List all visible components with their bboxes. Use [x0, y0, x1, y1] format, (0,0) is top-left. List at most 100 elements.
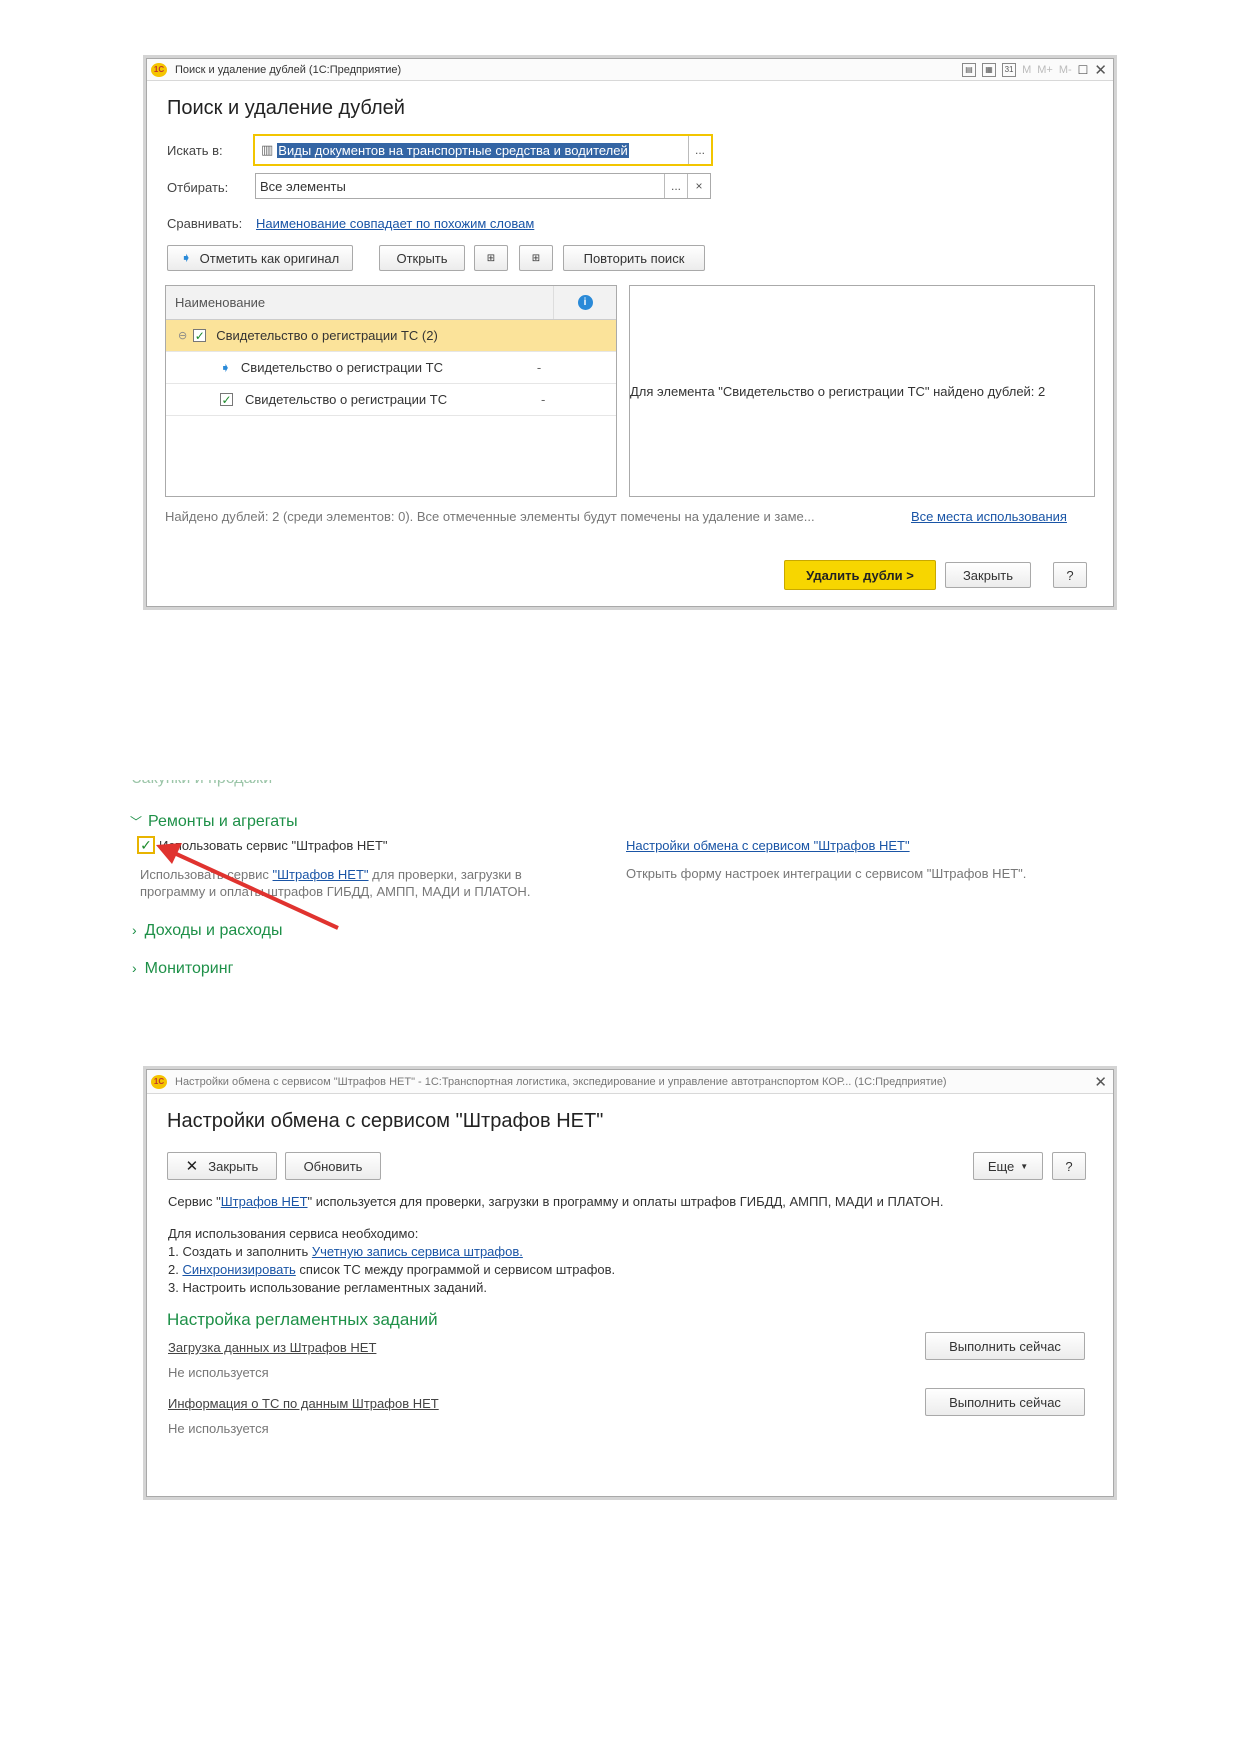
window-title: Настройки обмена с сервисом "Штрафов НЕТ… — [175, 1075, 947, 1088]
step1-pre: 1. Создать и заполнить — [168, 1244, 312, 1259]
repeat-search-button[interactable]: Повторить поиск — [563, 245, 705, 271]
refresh-button[interactable]: Обновить — [285, 1152, 381, 1180]
form-title: Настройки обмена с сервисом "Штрафов НЕТ… — [167, 1110, 604, 1132]
run-now-button[interactable]: Выполнить сейчас — [925, 1332, 1085, 1360]
title-bar: 1С Настройки обмена с сервисом "Штрафов … — [147, 1070, 1113, 1094]
close-label: Закрыть — [962, 567, 1014, 583]
use-service-desc: Использовать сервис "Штрафов НЕТ" для пр… — [140, 866, 530, 900]
job2-link[interactable]: Информация о ТС по данным Штрафов НЕТ — [168, 1396, 439, 1411]
maximize-icon[interactable]: ☐ — [1078, 63, 1089, 77]
chevron-down-icon: ﹀ — [130, 815, 143, 829]
close-icon[interactable]: ✕ — [1094, 61, 1107, 79]
service-pre: Сервис " — [168, 1194, 221, 1209]
arrow-right-icon: ➧ — [180, 250, 192, 265]
search-in-field[interactable]: ▥ Виды документов на транспортные средст… — [253, 134, 713, 166]
close-button[interactable]: Закрыть — [945, 562, 1031, 588]
clear-icon[interactable]: × — [687, 174, 710, 198]
cut-heading: Закупки и продажи — [132, 780, 272, 796]
calculator-icon[interactable]: ▦ — [982, 62, 997, 77]
dropdown-arrow-icon: ▼ — [1020, 1161, 1029, 1171]
memory-m-icon[interactable]: M — [1022, 64, 1031, 76]
row-label: Свидетельство о регистрации ТС — [240, 360, 443, 375]
help-label: ? — [1066, 567, 1074, 583]
group-row-label: Свидетельство о регистрации ТС (2) — [216, 328, 438, 343]
mark-original-button[interactable]: ➧ Отметить как оригинал — [167, 245, 353, 271]
detail-panel: Для элемента "Свидетельство о регистраци… — [629, 285, 1095, 497]
checkbox-checked-icon[interactable]: ✓ — [220, 393, 233, 407]
compare-items-button[interactable]: ⊞ — [474, 245, 508, 271]
job1-status: Не используется — [168, 1365, 269, 1380]
step-3: 3. Настроить использование регламентных … — [168, 1280, 487, 1295]
1c-logo-icon: 1С — [151, 62, 167, 77]
shtrafov-net-link[interactable]: Штрафов НЕТ — [221, 1194, 308, 1209]
help-button[interactable]: ? — [1053, 562, 1087, 588]
filter-value: Все элементы — [260, 178, 346, 194]
chevron-right-icon: › — [132, 960, 137, 976]
search-in-value: Виды документов на транспортные средства… — [277, 142, 629, 158]
account-link[interactable]: Учетную запись сервиса штрафов. — [312, 1244, 523, 1259]
choose-button[interactable]: ... — [688, 136, 711, 164]
step-1: 1. Создать и заполнить Учетную запись се… — [168, 1243, 615, 1261]
run-now-button[interactable]: Выполнить сейчас — [925, 1388, 1085, 1416]
step-2: 2. Синхронизировать список ТС между прог… — [168, 1261, 615, 1279]
requirements-block: Для использования сервиса необходимо: 1.… — [168, 1225, 615, 1297]
calendar-icon[interactable]: 31 — [1002, 62, 1017, 77]
desc-pre: Использовать сервис — [140, 867, 273, 882]
filter-field[interactable]: Все элементы ... × — [255, 173, 711, 199]
column-name-header: Наименование — [175, 295, 266, 310]
compare-group-button[interactable]: ⊞ — [519, 245, 553, 271]
exchange-settings-link[interactable]: Настройки обмена с сервисом "Штрафов НЕТ… — [626, 838, 910, 853]
duplicates-table: Наименование i ⊖ ✓ Свидетельство о регис… — [165, 285, 617, 497]
chevron-right-icon: › — [132, 922, 137, 938]
section-income[interactable]: › Доходы и расходы — [132, 922, 282, 940]
section-monitoring-label: Мониторинг — [144, 960, 234, 977]
jobs-section-header: Настройка регламентных заданий — [167, 1310, 438, 1329]
window-title: Поиск и удаление дублей (1С:Предприятие) — [175, 63, 402, 76]
section-repairs-label: Ремонты и агрегаты — [148, 813, 298, 830]
desc-line2: программу и оплаты штрафов ГИБДД, АМПП, … — [140, 884, 531, 899]
open-button[interactable]: Открыть — [379, 245, 465, 271]
row-value: - — [541, 392, 546, 407]
memory-mplus-icon[interactable]: M+ — [1037, 64, 1053, 76]
form-title: Поиск и удаление дублей — [167, 97, 405, 119]
arrow-right-icon: ➧ — [220, 359, 231, 375]
memory-mminus-icon[interactable]: M- — [1059, 64, 1072, 76]
title-bar: 1С Поиск и удаление дублей (1С:Предприят… — [147, 59, 1113, 81]
table-row[interactable]: ⊖ ✓ Свидетельство о регистрации ТС (2) — [166, 320, 616, 352]
table-row[interactable]: ✓ Свидетельство о регистрации ТС - — [166, 384, 616, 416]
step2-post: список ТС между программой и сервисом шт… — [295, 1262, 616, 1277]
section-repairs[interactable]: ﹀ Ремонты и агрегаты — [130, 813, 298, 831]
shtrafov-net-link[interactable]: "Штрафов НЕТ" — [273, 867, 369, 882]
synchronize-link[interactable]: Синхронизировать — [182, 1262, 295, 1277]
open-label: Открыть — [396, 250, 448, 266]
compare-link[interactable]: Наименование совпадает по похожим словам — [256, 216, 534, 231]
compare-group-icon: ⊞ — [531, 252, 541, 264]
all-usages-link[interactable]: Все места использования — [911, 509, 1067, 524]
row-value: - — [536, 360, 542, 375]
table-row[interactable]: ➧ Свидетельство о регистрации ТС - — [166, 352, 616, 384]
help-button[interactable]: ? — [1052, 1152, 1086, 1180]
table-icon: ▥ — [261, 142, 274, 157]
exchange-settings-desc: Открыть форму настроек интеграции с серв… — [626, 866, 1027, 881]
detail-text: Для элемента "Свидетельство о регистраци… — [630, 383, 1046, 399]
job1-link[interactable]: Загрузка данных из Штрафов НЕТ — [168, 1340, 376, 1355]
service-description: Сервис "Штрафов НЕТ" используется для пр… — [168, 1194, 943, 1209]
refresh-label: Обновить — [303, 1158, 363, 1174]
use-service-checkbox[interactable]: ✓ Использовать сервис "Штрафов НЕТ" — [137, 836, 388, 854]
run-now-label: Выполнить сейчас — [949, 1394, 1061, 1410]
more-button[interactable]: Еще ▼ — [973, 1152, 1043, 1180]
collapse-icon[interactable]: ⊖ — [178, 329, 187, 342]
checkbox-checked-icon[interactable]: ✓ — [137, 836, 155, 854]
section-monitoring[interactable]: › Мониторинг — [132, 960, 233, 978]
compare-label: Сравнивать: — [167, 216, 243, 231]
choose-button[interactable]: ... — [664, 174, 687, 198]
requirements-title: Для использования сервиса необходимо: — [168, 1226, 419, 1241]
search-in-label: Искать в: — [167, 143, 223, 158]
desc-post: для проверки, загрузки в — [368, 867, 522, 882]
delete-duplicates-button[interactable]: Удалить дубли > — [784, 560, 936, 590]
use-service-label: Использовать сервис "Штрафов НЕТ" — [159, 837, 388, 853]
print-icon[interactable]: ▤ — [962, 62, 977, 77]
close-icon[interactable]: ✕ — [1094, 1073, 1107, 1091]
close-button[interactable]: ✕ Закрыть — [167, 1152, 277, 1180]
checkbox-checked-icon[interactable]: ✓ — [193, 329, 207, 343]
